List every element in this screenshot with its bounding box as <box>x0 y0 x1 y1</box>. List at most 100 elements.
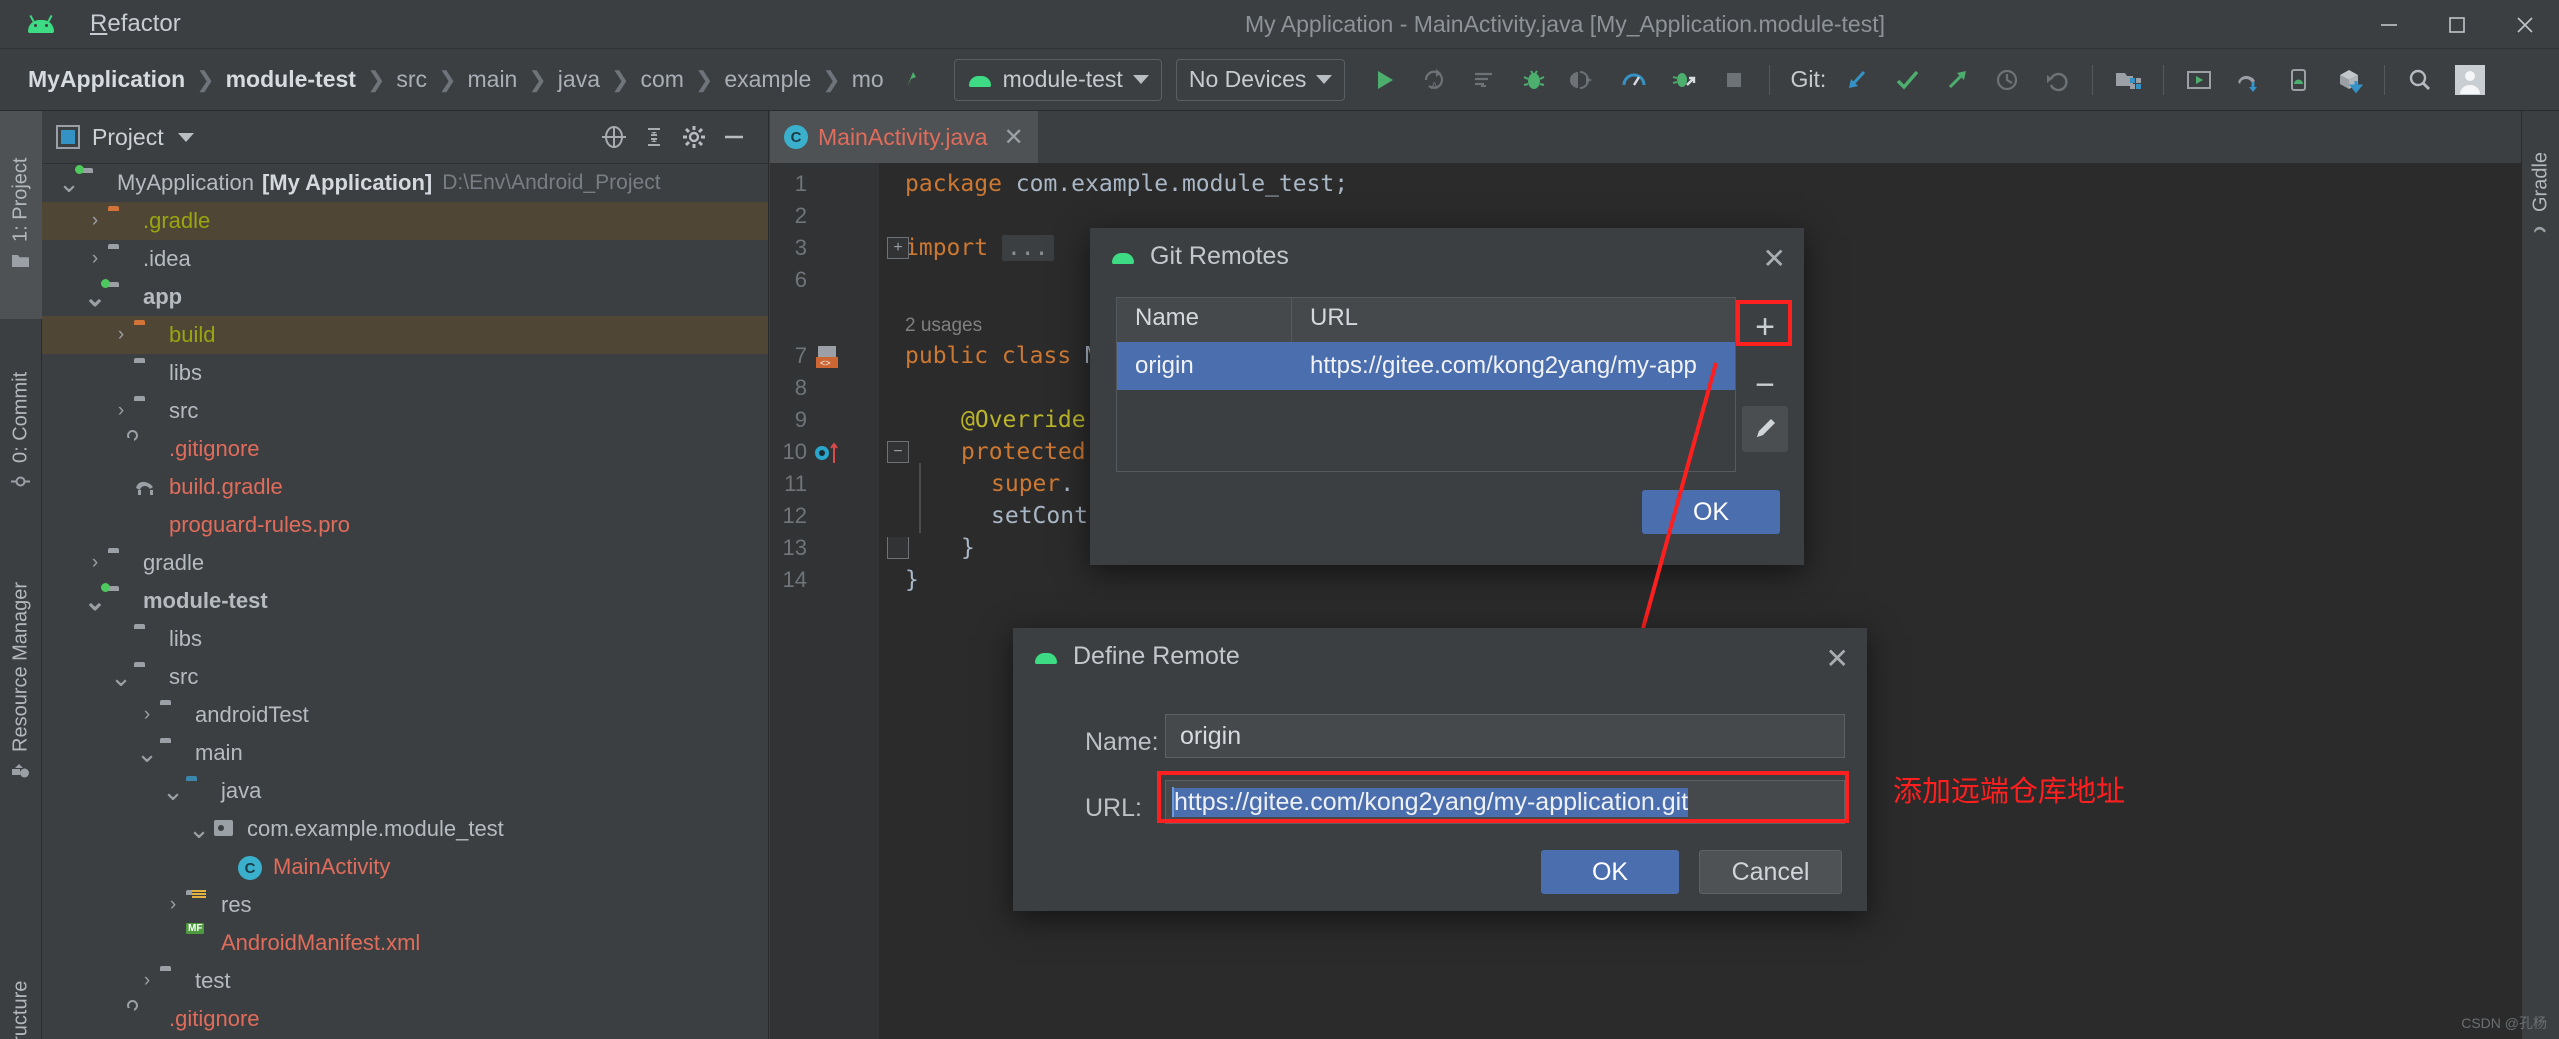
editor-tab-bar: C MainActivity.java ✕ <box>770 111 2559 163</box>
git-push-icon[interactable] <box>1935 59 1979 101</box>
debug-icon[interactable] <box>1512 59 1556 101</box>
chevron-right-icon[interactable]: › <box>160 892 186 918</box>
attach-debugger-icon[interactable] <box>1562 59 1606 101</box>
close-icon[interactable]: ✕ <box>1826 642 1849 675</box>
breadcrumb-item-module-test[interactable]: module-test <box>220 66 362 93</box>
chevron-down-icon[interactable]: ⌄ <box>160 778 186 804</box>
tree-item-libs[interactable]: libs <box>42 620 768 658</box>
tree-item-res[interactable]: › res <box>42 886 768 924</box>
breadcrumb-item-example[interactable]: example <box>718 66 817 93</box>
layout-inspector-icon[interactable] <box>2177 59 2221 101</box>
sdk-manager-icon[interactable] <box>2327 59 2371 101</box>
chevron-down-icon[interactable] <box>177 132 194 142</box>
fold-end-icon[interactable] <box>887 537 909 559</box>
tree-item--gitignore[interactable]: .gitignore <box>42 430 768 468</box>
run-class-gutter-icon[interactable]: <> <box>814 345 842 369</box>
tree-item--idea[interactable]: › .idea <box>42 240 768 278</box>
tree-item-libs[interactable]: libs <box>42 354 768 392</box>
tree-item-gradle[interactable]: › gradle <box>42 544 768 582</box>
user-avatar-icon[interactable] <box>2448 59 2492 101</box>
breadcrumb-item-com[interactable]: com <box>634 66 689 93</box>
tree-item-androidtest[interactable]: › androidTest <box>42 696 768 734</box>
tree-item-module-test[interactable]: ⌄ module-test <box>42 582 768 620</box>
edit-remote-button[interactable] <box>1742 406 1788 452</box>
define-remote-ok-button[interactable]: OK <box>1541 850 1679 894</box>
chevron-right-icon[interactable]: › <box>134 702 160 728</box>
remove-remote-button[interactable]: − <box>1742 362 1788 408</box>
tree-item--gitignore[interactable]: .gitignore <box>42 1000 768 1038</box>
url-field[interactable]: https://gitee.com/kong2yang/my-applicati… <box>1165 780 1845 824</box>
breadcrumb-item-java[interactable]: java <box>552 66 606 93</box>
chevron-right-icon[interactable]: › <box>108 322 134 348</box>
sidebar-item-structure[interactable]: 7: Structure <box>0 951 42 1039</box>
run-configuration-selector[interactable]: module-test <box>953 58 1162 101</box>
editor-tab-mainactivity[interactable]: C MainActivity.java ✕ <box>770 111 1038 163</box>
chevron-down-icon[interactable]: ⌄ <box>134 740 160 766</box>
git-update-icon[interactable] <box>1835 59 1879 101</box>
run-with-coverage-icon[interactable] <box>1462 59 1506 101</box>
menu-item-refactor[interactable]: Refactor <box>74 6 201 42</box>
tree-item-build-gradle[interactable]: build.gradle <box>42 468 768 506</box>
sidebar-item-commit[interactable]: 0: Commit <box>0 339 42 524</box>
define-remote-cancel-button[interactable]: Cancel <box>1699 850 1842 894</box>
navigate-up-icon[interactable] <box>893 59 937 101</box>
breadcrumb-item-myapplication[interactable]: MyApplication <box>22 66 191 93</box>
profiler-icon[interactable] <box>1612 59 1656 101</box>
breadcrumb-item-src[interactable]: src <box>390 66 433 93</box>
name-field[interactable]: origin <box>1165 714 1845 758</box>
tree-item-java[interactable]: ⌄ java <box>42 772 768 810</box>
search-everywhere-icon[interactable] <box>2398 59 2442 101</box>
chevron-right-icon[interactable]: › <box>82 246 108 272</box>
tree-item-test[interactable]: › test <box>42 962 768 1000</box>
tree-item-src[interactable]: › src <box>42 392 768 430</box>
chevron-right-icon[interactable]: › <box>134 968 160 994</box>
add-remote-button[interactable]: + <box>1742 304 1788 350</box>
fold-collapse-icon[interactable]: − <box>887 441 909 463</box>
sidebar-item-resource-manager[interactable]: Resource Manager <box>0 551 42 811</box>
chevron-right-icon[interactable]: › <box>82 550 108 576</box>
git-remotes-ok-button[interactable]: OK <box>1642 490 1780 534</box>
collapse-all-icon[interactable] <box>634 117 674 157</box>
sidebar-item-gradle[interactable]: Gradle <box>2522 121 2559 271</box>
minimize-button[interactable] <box>2355 0 2423 49</box>
fold-expand-icon[interactable]: + <box>887 237 909 259</box>
tree-item-build[interactable]: › build <box>42 316 768 354</box>
target-icon[interactable] <box>594 117 634 157</box>
git-commit-icon[interactable] <box>1885 59 1929 101</box>
table-row[interactable]: origin https://gitee.com/kong2yang/my-ap… <box>1117 342 1735 390</box>
hide-panel-icon[interactable] <box>714 117 754 157</box>
debug-app-icon[interactable] <box>1662 59 1706 101</box>
tree-item-label: .gitignore <box>169 1006 260 1031</box>
run-icon[interactable] <box>1362 59 1406 101</box>
chevron-down-icon[interactable]: ⌄ <box>186 816 212 842</box>
tree-item-proguard-rules-pro[interactable]: proguard-rules.pro <box>42 506 768 544</box>
device-manager-icon[interactable] <box>2277 59 2321 101</box>
maximize-button[interactable] <box>2423 0 2491 49</box>
tree-item-androidmanifest-xml[interactable]: MF AndroidManifest.xml <box>42 923 768 962</box>
breadcrumb-item-main[interactable]: main <box>462 66 524 93</box>
close-icon[interactable]: ✕ <box>1763 242 1786 275</box>
tree-item-app[interactable]: ⌄ app <box>42 278 768 316</box>
tree-item-main[interactable]: ⌄ main <box>42 734 768 772</box>
chevron-right-icon[interactable]: › <box>82 208 108 234</box>
chevron-down-icon[interactable]: ⌄ <box>108 664 134 690</box>
tree-item-mainactivity[interactable]: C MainActivity <box>42 848 768 886</box>
avd-manager-icon[interactable] <box>2106 59 2150 101</box>
remotes-table[interactable]: Name URL origin https://gitee.com/kong2y… <box>1116 297 1736 472</box>
chevron-right-icon[interactable]: › <box>108 398 134 424</box>
close-icon[interactable]: ✕ <box>1004 123 1024 152</box>
breadcrumb-item-mo[interactable]: mo <box>846 66 890 93</box>
breadcrumb-separator: ❯ <box>822 66 841 92</box>
gradle-sync-icon[interactable] <box>2227 59 2271 101</box>
device-selector[interactable]: No Devices <box>1175 58 1346 101</box>
tree-item-src[interactable]: ⌄ src <box>42 658 768 696</box>
rerun-icon[interactable]: A <box>1412 59 1456 101</box>
tree-item-com-example-module-test[interactable]: ⌄ com.example.module_test <box>42 810 768 848</box>
tree-item--gradle[interactable]: › .gradle <box>42 202 768 240</box>
close-button[interactable] <box>2491 0 2559 49</box>
editor-gutter[interactable]: 1 2 3 6 7 8 9 10 11 12 13 14 <> <box>770 163 879 1039</box>
gear-icon[interactable] <box>674 117 714 157</box>
override-method-gutter-icon[interactable] <box>814 441 844 465</box>
tree-item-myapplication[interactable]: ⌄ MyApplication [My Application] D:\Env\And… <box>42 164 768 202</box>
sidebar-item-project[interactable]: 1: Project <box>0 119 42 309</box>
